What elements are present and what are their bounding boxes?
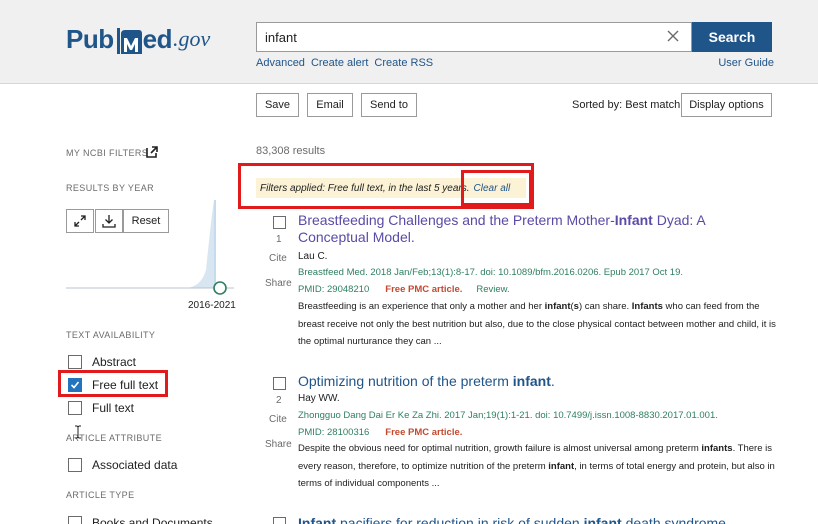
result-title-link[interactable]: Optimizing nutrition of the preterm infa… <box>298 373 768 390</box>
abstract-label: Abstract <box>92 355 137 369</box>
result-title-highlight: infant <box>512 373 551 389</box>
external-link-icon[interactable] <box>146 146 158 158</box>
result-title-part: . <box>550 373 555 389</box>
user-guide-link[interactable]: User Guide <box>718 57 774 69</box>
result-title-highlight: Infant <box>614 212 653 228</box>
books-documents-checkbox[interactable] <box>68 516 82 524</box>
year-range-label: 2016-2021 <box>188 300 236 311</box>
search-button[interactable]: Search <box>692 22 772 52</box>
free-pmc-badge: Free PMC article. <box>385 284 463 295</box>
clear-search-icon[interactable] <box>665 28 681 44</box>
snippet-highlight: infant <box>544 301 571 312</box>
my-ncbi-filters-heading[interactable]: MY NCBI FILTERS <box>66 148 148 158</box>
result-title-link[interactable]: Breastfeeding Challenges and the Preterm… <box>298 212 768 246</box>
display-options-button[interactable]: Display options <box>681 93 772 117</box>
result-pmid: PMID: 29048210 <box>298 284 370 295</box>
books-documents-label: Books and Documents <box>92 516 213 524</box>
abstract-checkbox[interactable] <box>68 355 82 369</box>
result-pmid: PMID: 28100316 <box>298 427 370 438</box>
save-button[interactable]: Save <box>256 93 299 117</box>
article-type-heading: ARTICLE TYPE <box>66 490 135 500</box>
search-result: 1 Cite Share Breastfeeding Challenges an… <box>256 212 776 362</box>
highlight-box-clear-all <box>461 170 532 206</box>
download-icon <box>102 214 116 228</box>
result-snippet: Despite the obvious need for optimal nut… <box>298 443 775 489</box>
result-title-part: death syndrome. <box>621 515 730 524</box>
snippet-highlight: infant <box>548 460 575 472</box>
download-timeline-button[interactable] <box>95 209 123 233</box>
pubmed-logo[interactable]: Pub ed .gov <box>66 24 210 54</box>
review-badge: Review. <box>476 284 510 295</box>
result-authors: Lau C. <box>298 251 328 262</box>
search-sub-links: Advanced Create alert Create RSS <box>256 57 433 69</box>
books-documents-filter[interactable]: Books and Documents <box>68 514 213 524</box>
result-snippet: Breastfeeding is an experience that only… <box>298 301 776 347</box>
send-to-button[interactable]: Send to <box>361 93 417 117</box>
advanced-link[interactable]: Advanced <box>256 57 305 69</box>
header: Pub ed .gov Search Advanced Create alert… <box>0 0 818 84</box>
results-by-year-heading: RESULTS BY YEAR <box>66 183 155 193</box>
share-button[interactable]: Share <box>265 278 292 289</box>
snippet-highlight: infants <box>701 443 733 454</box>
search-box <box>256 22 692 52</box>
search-result: Infant pacifiers for reduction in risk o… <box>256 512 776 524</box>
logo-m-icon <box>115 24 143 54</box>
snippet-highlight: Infants <box>631 301 663 312</box>
result-title-highlight: infant <box>583 515 622 524</box>
result-authors: Hay WW. <box>298 393 340 404</box>
result-title-part: pacifiers for reduction in risk of sudde… <box>336 515 584 524</box>
abstract-filter[interactable]: Abstract <box>68 353 136 371</box>
expand-timeline-button[interactable] <box>66 209 94 233</box>
email-button[interactable]: Email <box>307 93 353 117</box>
result-checkbox[interactable] <box>273 216 286 229</box>
result-title-part: Breastfeeding Challenges and the Preterm… <box>298 212 615 228</box>
search-result: 2 Cite Share Optimizing nutrition of the… <box>256 373 776 493</box>
result-title-part: Optimizing nutrition of the preterm <box>298 373 513 389</box>
free-pmc-badge: Free PMC article. <box>385 427 463 438</box>
sort-label[interactable]: Sorted by: Best match <box>572 99 680 111</box>
share-button[interactable]: Share <box>265 439 292 450</box>
create-rss-link[interactable]: Create RSS <box>374 57 433 69</box>
result-number: 1 <box>276 234 282 245</box>
search-input[interactable] <box>257 23 657 51</box>
cite-button[interactable]: Cite <box>269 253 287 264</box>
expand-icon <box>73 214 87 228</box>
result-citation: Breastfeed Med. 2018 Jan/Feb;13(1):8-17.… <box>298 267 684 278</box>
reset-timeline-button[interactable]: Reset <box>123 209 169 233</box>
logo-ed-text: ed <box>142 24 173 54</box>
text-availability-heading: TEXT AVAILABILITY <box>66 330 156 340</box>
full-text-label: Full text <box>92 401 135 415</box>
create-alert-link[interactable]: Create alert <box>311 57 368 69</box>
result-checkbox[interactable] <box>273 377 286 390</box>
logo-gov-text: .gov <box>172 26 211 51</box>
result-citation: Zhongguo Dang Dai Er Ke Za Zhi. 2017 Jan… <box>298 410 718 421</box>
result-checkbox[interactable] <box>273 517 286 524</box>
highlight-box-free-full-text <box>58 370 168 397</box>
result-title-highlight: Infant <box>298 515 337 524</box>
full-text-checkbox[interactable] <box>68 401 82 415</box>
associated-data-label: Associated data <box>92 458 178 472</box>
snippet-highlight: s <box>573 301 579 312</box>
full-text-filter[interactable]: Full text <box>68 399 134 417</box>
result-pmid-line: PMID: 28100316 Free PMC article. <box>298 427 462 438</box>
cite-button[interactable]: Cite <box>269 414 287 425</box>
text-cursor-icon <box>74 425 82 439</box>
result-pmid-line: PMID: 29048210 Free PMC article. Review. <box>298 284 510 295</box>
results-count: 83,308 results <box>256 145 326 157</box>
result-title-link[interactable]: Infant pacifiers for reduction in risk o… <box>298 515 768 524</box>
associated-data-filter[interactable]: Associated data <box>68 456 177 474</box>
logo-pub-text: Pub <box>66 24 114 54</box>
result-number: 2 <box>276 395 282 406</box>
associated-data-checkbox[interactable] <box>68 458 82 472</box>
